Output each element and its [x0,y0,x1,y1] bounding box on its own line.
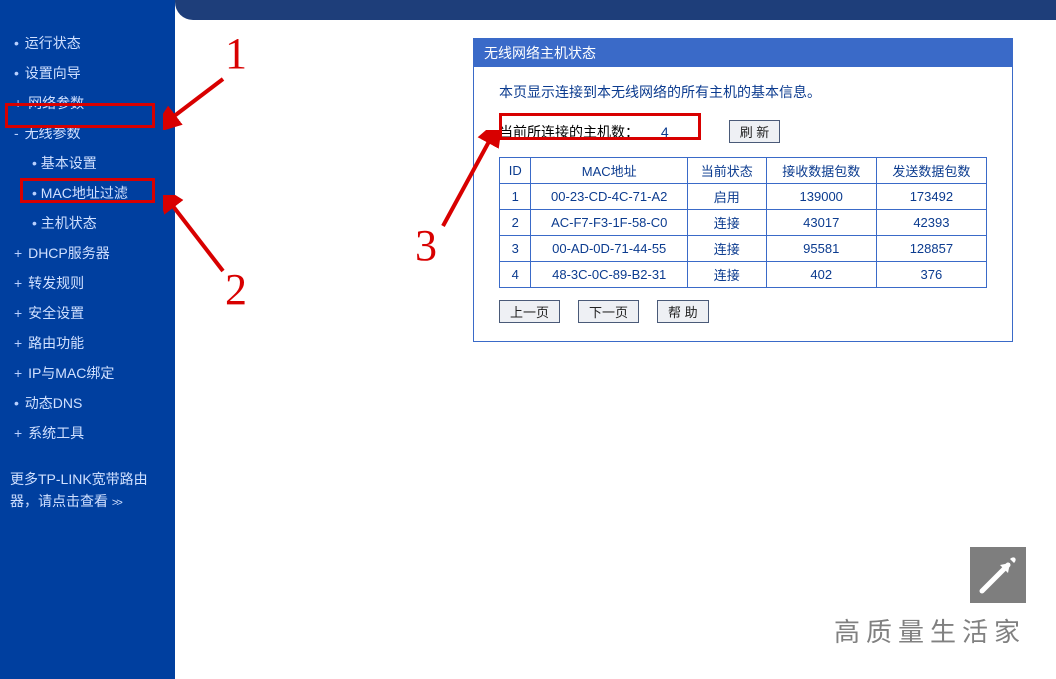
annotation-number-3: 3 [415,220,437,271]
th-rx: 接收数据包数 [766,158,876,184]
sidebar-item-tools[interactable]: 系统工具 [10,418,175,448]
watermark-text: 高质量生活家 [834,618,1026,647]
cell-mac: 48-3C-0C-89-B2-31 [531,262,688,288]
cell-rx: 43017 [766,210,876,236]
sidebar-item-status[interactable]: 运行状态 [10,28,175,58]
next-button[interactable]: 下一页 [578,300,639,323]
cell-tx: 376 [876,262,986,288]
sidebar-item-dhcp[interactable]: DHCP服务器 [10,238,175,268]
pager-row: 上一页 下一页 帮 助 [499,300,987,323]
sidebar-item-security[interactable]: 安全设置 [10,298,175,328]
th-id: ID [500,158,531,184]
sidebar-more[interactable]: 更多TP-LINK宽带路由 器，请点击查看 >> [10,468,175,513]
sidebar-item-network[interactable]: 网络参数 [10,88,175,118]
panel-desc: 本页显示连接到本无线网络的所有主机的基本信息。 [499,82,987,102]
sidebar: 运行状态 设置向导 网络参数 无线参数 基本设置 MAC地址过滤 主机状态 DH… [0,0,175,679]
table-row: 448-3C-0C-89-B2-31连接402376 [500,262,987,288]
cell-status: 连接 [687,262,766,288]
content-area: 无线网络主机状态 本页显示连接到本无线网络的所有主机的基本信息。 当前所连接的主… [175,20,1056,679]
th-mac: MAC地址 [531,158,688,184]
cell-tx: 128857 [876,236,986,262]
table-row: 100-23-CD-4C-71-A2启用139000173492 [500,184,987,210]
watermark: 高质量生活家 [834,547,1026,649]
cell-rx: 402 [766,262,876,288]
cell-id: 3 [500,236,531,262]
cell-status: 连接 [687,210,766,236]
panel-body: 本页显示连接到本无线网络的所有主机的基本信息。 当前所连接的主机数： 4 刷 新… [474,67,1012,341]
cell-status: 连接 [687,236,766,262]
cell-id: 1 [500,184,531,210]
table-row: 2AC-F7-F3-1F-58-C0连接4301742393 [500,210,987,236]
host-table: ID MAC地址 当前状态 接收数据包数 发送数据包数 100-23-CD-4C… [499,157,987,288]
refresh-button[interactable]: 刷 新 [729,120,781,143]
sidebar-item-macfilter[interactable]: MAC地址过滤 [10,178,175,208]
th-status: 当前状态 [687,158,766,184]
sidebar-item-wireless[interactable]: 无线参数 [10,118,175,148]
cell-id: 4 [500,262,531,288]
sidebar-item-routing[interactable]: 路由功能 [10,328,175,358]
double-arrow-icon: >> [112,497,121,509]
cell-tx: 42393 [876,210,986,236]
host-count-text: 当前所连接的主机数： 4 [499,122,669,142]
host-count-row: 当前所连接的主机数： 4 刷 新 [499,120,987,143]
prev-button[interactable]: 上一页 [499,300,560,323]
annotation-number-1: 1 [225,28,247,79]
panel-title: 无线网络主机状态 [474,39,1012,67]
cell-mac: 00-AD-0D-71-44-55 [531,236,688,262]
cell-tx: 173492 [876,184,986,210]
sidebar-item-ipmac[interactable]: IP与MAC绑定 [10,358,175,388]
cell-status: 启用 [687,184,766,210]
cell-mac: 00-23-CD-4C-71-A2 [531,184,688,210]
sidebar-item-ddns[interactable]: 动态DNS [10,388,175,418]
sidebar-item-forward[interactable]: 转发规则 [10,268,175,298]
sidebar-item-basic[interactable]: 基本设置 [10,148,175,178]
cell-mac: AC-F7-F3-1F-58-C0 [531,210,688,236]
sidebar-menu: 运行状态 设置向导 网络参数 无线参数 基本设置 MAC地址过滤 主机状态 DH… [10,28,175,448]
watermark-icon [970,547,1026,603]
cell-rx: 139000 [766,184,876,210]
table-row: 300-AD-0D-71-44-55连接95581128857 [500,236,987,262]
annotation-number-2: 2 [225,264,247,315]
cell-rx: 95581 [766,236,876,262]
cell-id: 2 [500,210,531,236]
help-button[interactable]: 帮 助 [657,300,709,323]
host-count-value: 4 [661,124,669,140]
wireless-host-panel: 无线网络主机状态 本页显示连接到本无线网络的所有主机的基本信息。 当前所连接的主… [473,38,1013,342]
top-header [175,0,1056,20]
sidebar-item-hoststatus[interactable]: 主机状态 [10,208,175,238]
th-tx: 发送数据包数 [876,158,986,184]
sidebar-item-wizard[interactable]: 设置向导 [10,58,175,88]
